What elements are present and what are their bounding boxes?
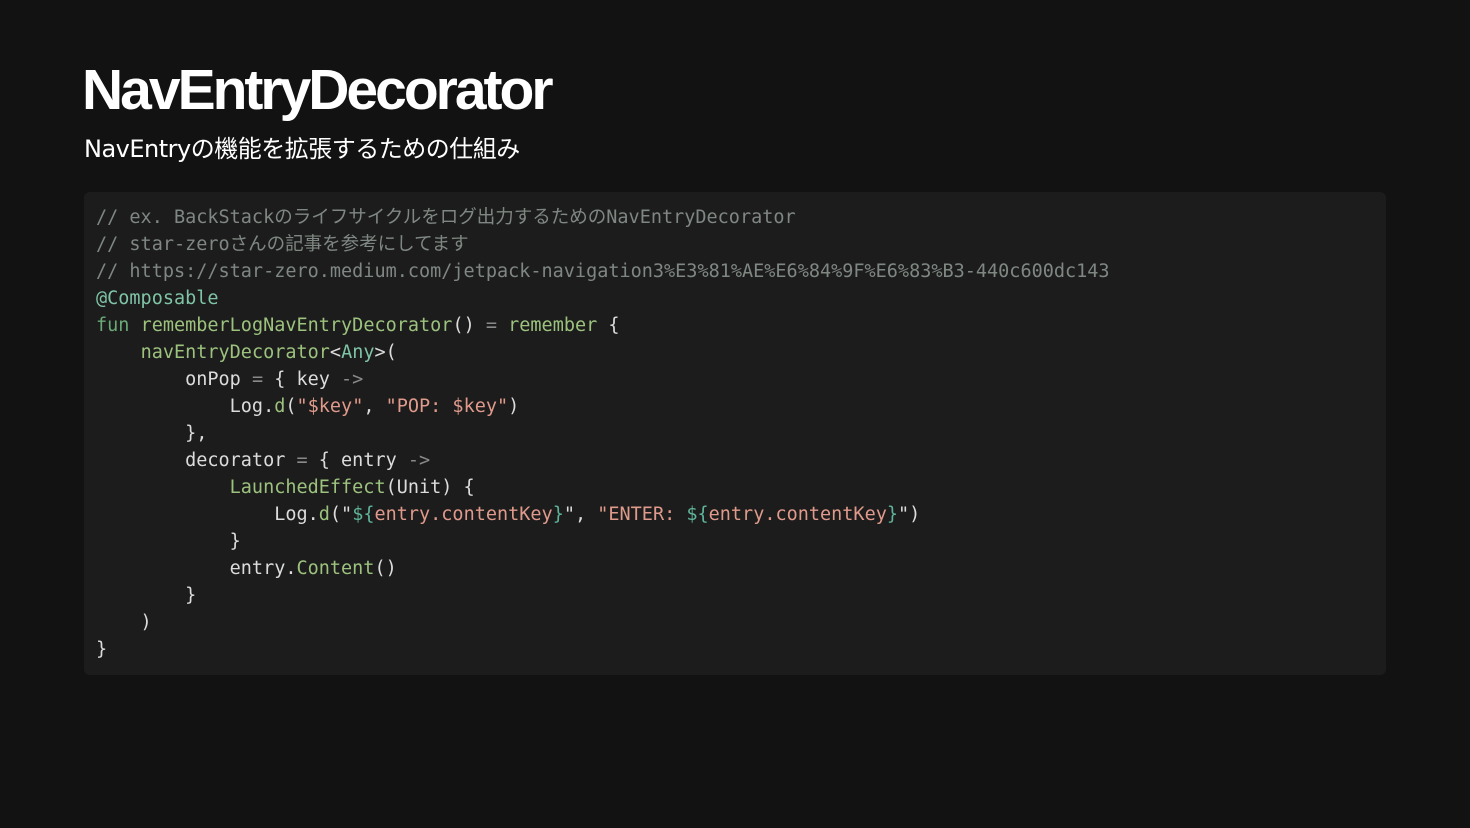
code-line: // star-zeroさんの記事を参考にしてます — [96, 231, 1386, 258]
code-token-comment: // https://star-zero.medium.com/jetpack-… — [96, 261, 1110, 282]
code-line: Log.d("$key", "POP: $key") — [96, 393, 1386, 420]
code-token-plain: onPop — [96, 369, 252, 390]
code-listing: // ex. BackStackのライフサイクルをログ出力するためのNavEnt… — [96, 204, 1386, 663]
slide: NavEntryDecorator NavEntryの機能を拡張するための仕組み… — [0, 0, 1470, 828]
code-line: Log.d("${entry.contentKey}", "ENTER: ${e… — [96, 501, 1386, 528]
code-token-plain: } — [96, 639, 108, 660]
code-token-plain: { — [597, 315, 620, 336]
code-token-fn: rememberLogNavEntryDecorator — [140, 315, 453, 336]
code-token-plain: ") — [898, 504, 921, 525]
code-line: ) — [96, 609, 1386, 636]
code-token-tpl: } — [886, 504, 898, 525]
code-token-str: "ENTER: — [597, 504, 687, 525]
code-token-plain: , — [363, 396, 386, 417]
code-token-tpl: ${ — [352, 504, 375, 525]
code-token-fn: remember — [508, 315, 598, 336]
code-token-op: = — [485, 315, 497, 336]
code-line: } — [96, 582, 1386, 609]
code-line: LaunchedEffect(Unit) { — [96, 474, 1386, 501]
code-line: // ex. BackStackのライフサイクルをログ出力するためのNavEnt… — [96, 204, 1386, 231]
code-token-op: -> — [407, 450, 431, 471]
code-token-plain: ( — [285, 396, 297, 417]
code-token-fn: LaunchedEffect — [229, 477, 386, 498]
code-token-comment: // ex. BackStackのライフサイクルをログ出力するためのNavEnt… — [96, 207, 796, 228]
code-token-plain: } — [96, 531, 241, 552]
slide-subtitle: NavEntryの機能を拡張するための仕組み — [84, 135, 520, 163]
slide-title: NavEntryDecorator — [82, 58, 554, 122]
code-token-fn: navEntryDecorator — [140, 342, 330, 363]
code-token-plain: >( — [374, 342, 397, 363]
code-line: } — [96, 636, 1386, 663]
code-line: @Composable — [96, 285, 1386, 312]
code-token-plain: () — [452, 315, 486, 336]
code-token-tpl: ${ — [686, 504, 709, 525]
code-token-tpl: } — [552, 504, 564, 525]
code-token-ann: @Composable — [96, 288, 219, 309]
code-token-plain: decorator — [96, 450, 297, 471]
code-token-plain: entry. — [96, 558, 297, 579]
code-line: entry.Content() — [96, 555, 1386, 582]
code-token-plain: { key — [263, 369, 342, 390]
code-line: navEntryDecorator<Any>( — [96, 339, 1386, 366]
code-token-comment: // star-zeroさんの記事を参考にしてます — [96, 234, 469, 255]
code-line: fun rememberLogNavEntryDecorator() = rem… — [96, 312, 1386, 339]
code-line: // https://star-zero.medium.com/jetpack-… — [96, 258, 1386, 285]
code-token-plain: }, — [96, 423, 208, 444]
code-token-plain: (Unit) { — [385, 477, 475, 498]
code-token-plain: { entry — [307, 450, 408, 471]
code-token-plain: ", — [563, 504, 598, 525]
code-token-op: = — [296, 450, 308, 471]
code-token-plain: Log. — [96, 396, 275, 417]
code-block: // ex. BackStackのライフサイクルをログ出力するためのNavEnt… — [84, 192, 1386, 675]
code-token-type: Any — [341, 342, 375, 363]
code-token-fn: d — [274, 396, 286, 417]
code-token-plain: (" — [329, 504, 353, 525]
code-token-op: = — [251, 369, 264, 390]
code-line: decorator = { entry -> — [96, 447, 1386, 474]
code-token-str: entry.contentKey — [374, 504, 553, 525]
code-token-plain: ) — [508, 396, 520, 417]
code-token-op: -> — [341, 369, 364, 390]
code-line: } — [96, 528, 1386, 555]
code-token-str: "POP: $key" — [385, 396, 509, 417]
code-token-fn: Content — [296, 558, 375, 579]
code-token-plain: Log. — [96, 504, 319, 525]
code-token-kw: fun — [96, 315, 141, 336]
code-token-plain: } — [96, 585, 197, 606]
code-token-str: "$key" — [296, 396, 364, 417]
code-token-plain: () — [374, 558, 397, 579]
code-line: }, — [96, 420, 1386, 447]
code-line: onPop = { key -> — [96, 366, 1386, 393]
code-token-plain: ) — [96, 612, 152, 633]
code-token-plain: < — [329, 342, 342, 363]
code-token-fn: d — [318, 504, 330, 525]
code-token-str: entry.contentKey — [708, 504, 887, 525]
